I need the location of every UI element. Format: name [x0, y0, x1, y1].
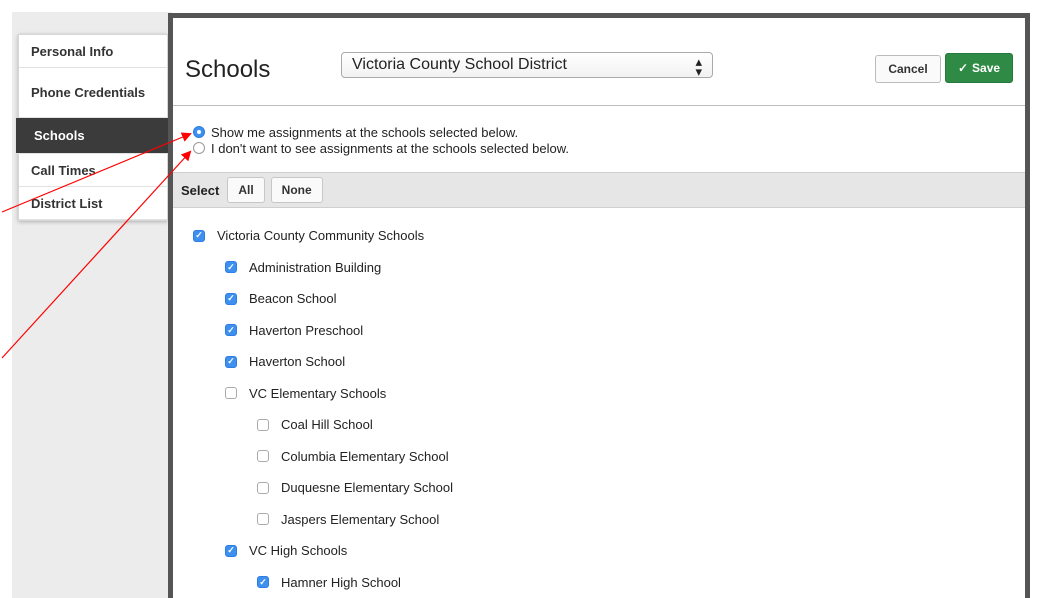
tree-item-label: Haverton Preschool [249, 322, 364, 338]
tree-item-label: VC High Schools [249, 543, 348, 559]
page-title: Schools [185, 56, 271, 83]
select-all-button[interactable]: All [227, 177, 265, 203]
district-select-value: Victoria County School District [352, 56, 567, 73]
sidebar-item-phone-credentials[interactable]: Phone Credentials [19, 68, 167, 118]
tree-item[interactable]: Columbia Elementary School [173, 441, 1025, 473]
panel-header: Schools Victoria County School District … [173, 18, 1025, 106]
sidebar-item-call-times[interactable]: Call Times [19, 154, 167, 187]
tree-item-checkbox[interactable] [225, 387, 237, 400]
sidebar-item-district-list[interactable]: District List [19, 187, 167, 220]
tree-item[interactable]: ✓ Beacon School [173, 283, 1025, 315]
tree-item-checkbox[interactable]: ✓ [225, 544, 237, 557]
district-select[interactable]: Victoria County School District ▴ ▾ [341, 52, 713, 78]
option-show[interactable]: Show me assignments at the schools selec… [193, 124, 1025, 140]
radio-show[interactable] [193, 126, 205, 138]
save-button-label: Save [972, 61, 1001, 75]
tree-item-checkbox[interactable]: ✓ [225, 355, 237, 368]
tree-item-checkbox[interactable]: ✓ [225, 292, 237, 305]
tree-item-checkbox[interactable] [257, 513, 269, 526]
tree-item-label: Victoria County Community Schools [217, 228, 425, 244]
schools-panel: Schools Victoria County School District … [168, 13, 1030, 598]
tree-item-label: Haverton School [249, 354, 346, 370]
select-bar: Select All None [173, 172, 1025, 208]
cancel-button[interactable]: Cancel [875, 55, 941, 83]
tree-item[interactable]: ✓ VC High Schools [173, 535, 1025, 567]
tree-item[interactable]: Coal Hill School [173, 409, 1025, 441]
sidebar-item-schools[interactable]: Schools [16, 118, 171, 154]
tree-item[interactable]: ✓ Administration Building [173, 252, 1025, 284]
tree-item-label: Hamner High School [281, 574, 401, 590]
tree-item[interactable]: VC Elementary Schools [173, 378, 1025, 410]
tree-item-label: Beacon School [249, 291, 337, 307]
tree-item-checkbox[interactable] [257, 418, 269, 431]
checkmark-icon: ✓ [957, 61, 969, 75]
tree-item[interactable]: ✓ Hamner High School [173, 567, 1025, 598]
tree-item[interactable]: ✓ Victoria County Community Schools [173, 220, 1025, 252]
tree-item-checkbox[interactable]: ✓ [225, 324, 237, 337]
tree-item-label: Administration Building [249, 259, 382, 275]
tree-item-label: Coal Hill School [281, 417, 373, 433]
sidebar-item-personal-info[interactable]: Personal Info [19, 35, 167, 68]
select-label: Select [181, 182, 220, 198]
option-hide-label: I don't want to see assignments at the s… [211, 140, 570, 156]
tree-item-checkbox[interactable] [257, 481, 269, 494]
select-arrows-icon: ▴ ▾ [695, 54, 702, 79]
radio-hide[interactable] [193, 142, 205, 154]
tree-item-checkbox[interactable] [257, 450, 269, 463]
tree-item[interactable]: Jaspers Elementary School [173, 504, 1025, 536]
sidebar: Personal Info Phone Credentials Schools … [16, 34, 171, 221]
tree-item[interactable]: ✓ Haverton Preschool [173, 315, 1025, 347]
option-hide[interactable]: I don't want to see assignments at the s… [193, 140, 1025, 156]
tree-item-label: Columbia Elementary School [281, 448, 449, 464]
tree-item-checkbox[interactable]: ✓ [225, 261, 237, 274]
tree-item[interactable]: Duquesne Elementary School [173, 472, 1025, 504]
tree-item-checkbox[interactable]: ✓ [257, 576, 269, 589]
tree-item[interactable]: ✓ Haverton School [173, 346, 1025, 378]
save-button[interactable]: ✓ Save [945, 53, 1013, 83]
tree-item-label: VC Elementary Schools [249, 385, 387, 401]
select-none-button[interactable]: None [270, 177, 323, 203]
tree-item-label: Duquesne Elementary School [281, 480, 453, 496]
tree-item-label: Jaspers Elementary School [281, 511, 440, 527]
assignment-options: Show me assignments at the schools selec… [173, 106, 1025, 172]
tree-item-checkbox[interactable]: ✓ [193, 229, 205, 242]
option-show-label: Show me assignments at the schools selec… [211, 124, 519, 140]
school-tree: ✓ Victoria County Community Schools ✓ Admin… [173, 208, 1025, 598]
